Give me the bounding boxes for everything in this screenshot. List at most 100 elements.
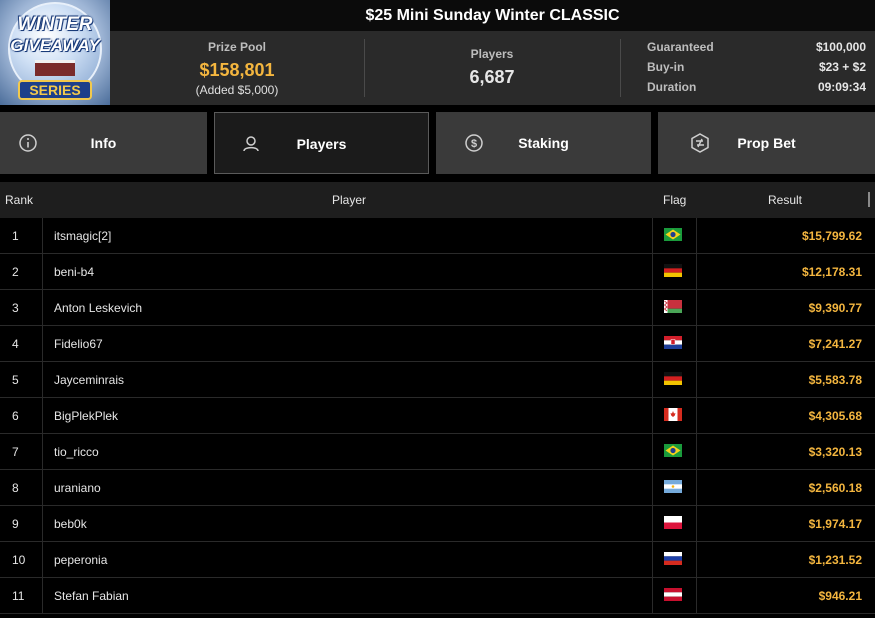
cell-divider [652, 398, 653, 434]
tab-players-label: Players [296, 136, 347, 152]
cell-divider [42, 290, 43, 326]
table-row[interactable]: 8 uraniano $2,560.18 [0, 470, 875, 506]
logo-text-series: SERIES [18, 80, 92, 100]
result-cell: $7,241.27 [808, 337, 862, 351]
tab-prop-bet[interactable]: Prop Bet [658, 112, 875, 174]
rank-cell: 1 [12, 229, 19, 243]
player-name-cell[interactable]: itsmagic[2] [54, 229, 111, 243]
germany-flag [664, 372, 682, 385]
result-cell: $5,583.78 [808, 373, 862, 387]
cell-divider [696, 326, 697, 362]
cell-divider [42, 506, 43, 542]
germany-flag [664, 264, 682, 277]
table-row[interactable]: 5 Jayceminrais $5,583.78 [0, 362, 875, 398]
canada-flag [664, 408, 682, 421]
guaranteed-value: $100,000 [815, 40, 866, 54]
rank-cell: 6 [12, 409, 19, 423]
croatia-flag [664, 336, 682, 349]
table-row[interactable]: 10 peperonia $1,231.52 [0, 542, 875, 578]
header-player[interactable]: Player [332, 193, 366, 207]
austria-flag [664, 588, 682, 601]
players-label: Players [470, 47, 514, 61]
cell-divider [652, 254, 653, 290]
cell-divider [696, 218, 697, 254]
results-table-body: 1 itsmagic[2] $15,799.62 2 beni-b4 $12,178.31… [0, 218, 875, 614]
tab-staking-label: Staking [518, 135, 569, 151]
result-cell: $9,390.77 [808, 301, 862, 315]
scrollbar-thumb[interactable] [868, 192, 870, 207]
logo-text-giveaway: GIVEAWAY [10, 36, 100, 55]
rank-cell: 4 [12, 337, 19, 351]
table-row[interactable]: 3 Anton Leskevich $9,390.77 [0, 290, 875, 326]
player-name-cell[interactable]: Anton Leskevich [54, 301, 142, 315]
player-name-cell[interactable]: tio_ricco [54, 445, 99, 459]
header-flag[interactable]: Flag [663, 193, 686, 207]
player-name-cell[interactable]: uraniano [54, 481, 101, 495]
table-row[interactable]: 7 tio_ricco $3,320.13 [0, 434, 875, 470]
cell-divider [696, 398, 697, 434]
buy-in-value: $23 + $2 [818, 60, 866, 74]
guaranteed-row: Guaranteed $100,000 [636, 40, 866, 60]
cell-divider [652, 218, 653, 254]
tab-info-label: Info [90, 135, 117, 151]
cell-divider [42, 218, 43, 254]
table-row[interactable]: 1 itsmagic[2] $15,799.62 [0, 218, 875, 254]
cell-divider [652, 362, 653, 398]
prize-pool-block: Prize Pool $158,801 (Added $5,000) [110, 31, 364, 105]
player-name-cell[interactable]: beb0k [54, 517, 87, 531]
cell-divider [652, 542, 653, 578]
player-name-cell[interactable]: peperonia [54, 553, 107, 567]
header-rank[interactable]: Rank [5, 193, 33, 207]
tab-info[interactable]: Info [0, 112, 207, 174]
rank-cell: 5 [12, 373, 19, 387]
buy-in-label: Buy-in [647, 60, 685, 74]
poland-flag [664, 516, 682, 529]
player-name-cell[interactable]: Jayceminrais [54, 373, 124, 387]
cell-divider [42, 326, 43, 362]
tab-prop-bet-label: Prop Bet [737, 135, 796, 151]
brazil-flag [664, 444, 682, 457]
cell-divider [696, 254, 697, 290]
header-result[interactable]: Result [768, 193, 802, 207]
cell-divider [42, 542, 43, 578]
cell-divider [652, 578, 653, 614]
prize-pool-label: Prize Pool [207, 40, 266, 54]
duration-row: Duration 09:09:34 [636, 80, 866, 100]
prize-pool-value: $158,801 [199, 60, 275, 80]
table-row[interactable]: 4 Fidelio67 $7,241.27 [0, 326, 875, 362]
tab-players[interactable]: Players [214, 112, 429, 174]
winter-giveaway-series-logo: WINTER GIVEAWAY SERIES [0, 0, 110, 105]
table-row[interactable]: 2 beni-b4 $12,178.31 [0, 254, 875, 290]
tab-staking[interactable]: $ Staking [436, 112, 651, 174]
result-cell: $1,231.52 [808, 553, 862, 567]
table-row[interactable]: 11 Stefan Fabian $946.21 [0, 578, 875, 614]
player-name-cell[interactable]: Fidelio67 [54, 337, 103, 351]
duration-value: 09:09:34 [817, 80, 866, 94]
rank-cell: 2 [12, 265, 19, 279]
cell-divider [696, 470, 697, 506]
player-name-cell[interactable]: BigPlekPlek [54, 409, 118, 423]
belarus-flag [664, 300, 682, 313]
players-block: Players 6,687 [364, 31, 620, 105]
rank-cell: 10 [12, 553, 26, 567]
cell-divider [696, 434, 697, 470]
cell-divider [42, 254, 43, 290]
cell-divider [652, 290, 653, 326]
prize-pool-added: (Added $5,000) [195, 83, 279, 97]
player-name-cell[interactable]: beni-b4 [54, 265, 94, 279]
cell-divider [696, 362, 697, 398]
table-row[interactable]: 9 beb0k $1,974.17 [0, 506, 875, 542]
russia-flag [664, 552, 682, 565]
cell-divider [42, 578, 43, 614]
result-cell: $4,305.68 [808, 409, 862, 423]
cell-divider [42, 434, 43, 470]
cell-divider [696, 290, 697, 326]
player-name-cell[interactable]: Stefan Fabian [54, 589, 129, 603]
cabin-graphic [35, 60, 75, 76]
result-cell: $1,974.17 [808, 517, 862, 531]
cell-divider [652, 434, 653, 470]
table-row[interactable]: 6 BigPlekPlek $4,305.68 [0, 398, 875, 434]
argentina-flag [664, 480, 682, 493]
result-cell: $15,799.62 [801, 229, 862, 243]
cell-divider [696, 542, 697, 578]
